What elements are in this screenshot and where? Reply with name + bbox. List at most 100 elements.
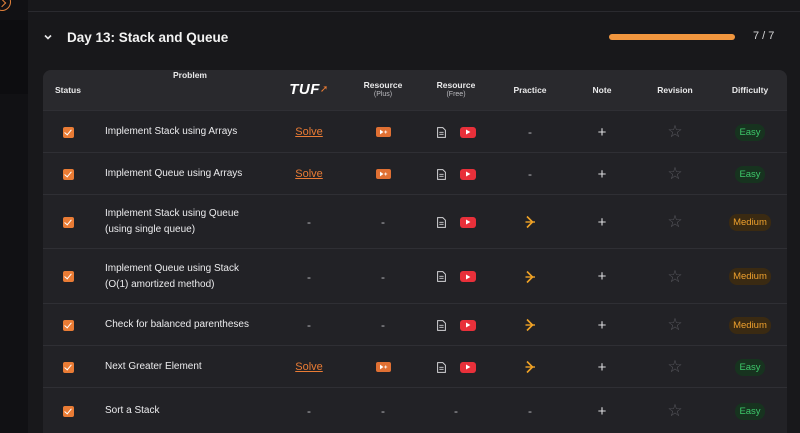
problem-cell: Implement Queue using Stack (O(1) amortiz… bbox=[105, 249, 275, 304]
difficulty-badge: Medium bbox=[729, 268, 771, 285]
youtube-icon[interactable] bbox=[459, 216, 476, 228]
youtube-icon[interactable] bbox=[459, 126, 476, 138]
revision-cell[interactable]: ☆ bbox=[640, 249, 710, 304]
chevron-down-icon[interactable] bbox=[42, 31, 54, 43]
practice-link-icon[interactable] bbox=[524, 270, 537, 284]
resource-plus-cell: - bbox=[349, 195, 417, 249]
resource-free-cell: - bbox=[421, 388, 491, 433]
table-row: Implement Stack using Queue (using single… bbox=[43, 194, 787, 249]
document-icon[interactable] bbox=[436, 168, 446, 180]
day-section-header[interactable]: Day 13: Stack and Queue 7 / 7 bbox=[28, 18, 800, 60]
practice-link-icon[interactable] bbox=[524, 215, 537, 229]
document-icon[interactable] bbox=[436, 361, 446, 373]
solve-link[interactable]: Solve bbox=[295, 126, 323, 138]
revision-cell[interactable]: ☆ bbox=[640, 111, 710, 153]
practice-cell bbox=[495, 195, 565, 249]
checkbox-checked-icon[interactable] bbox=[62, 126, 74, 138]
resource-plus-cell bbox=[349, 346, 417, 388]
status-cell[interactable] bbox=[43, 304, 93, 346]
empty-value: - bbox=[528, 167, 532, 181]
add-note-plus-icon[interactable]: + bbox=[598, 359, 607, 376]
add-note-plus-icon[interactable]: + bbox=[598, 124, 607, 141]
status-cell[interactable] bbox=[43, 388, 93, 433]
problem-name: Check for balanced parentheses bbox=[105, 319, 249, 330]
note-cell[interactable]: + bbox=[567, 111, 637, 153]
difficulty-badge: Easy bbox=[735, 165, 765, 183]
difficulty-badge: Medium bbox=[729, 213, 771, 231]
youtube-icon[interactable] bbox=[459, 168, 476, 180]
resource-free-cell bbox=[421, 195, 491, 249]
youtube-icon[interactable] bbox=[459, 271, 476, 282]
checkbox-checked-icon[interactable] bbox=[62, 271, 74, 282]
star-outline-icon[interactable]: ☆ bbox=[667, 401, 682, 421]
tuf-cell[interactable]: Solve bbox=[274, 153, 344, 195]
checkbox-checked-icon[interactable] bbox=[62, 405, 74, 417]
practice-link-icon[interactable] bbox=[524, 360, 537, 374]
solve-link[interactable]: Solve bbox=[295, 361, 323, 373]
add-note-plus-icon[interactable]: + bbox=[598, 214, 607, 231]
col-revision-label: Revision bbox=[657, 85, 693, 95]
status-cell[interactable] bbox=[43, 111, 93, 153]
video-play-icon[interactable] bbox=[375, 127, 391, 137]
empty-value: - bbox=[381, 215, 385, 229]
empty-value: - bbox=[307, 404, 311, 418]
youtube-icon[interactable] bbox=[459, 361, 476, 373]
note-cell[interactable]: + bbox=[567, 346, 637, 388]
difficulty-badge: Easy bbox=[735, 402, 765, 420]
star-outline-icon[interactable]: ☆ bbox=[667, 212, 682, 232]
status-cell[interactable] bbox=[43, 346, 93, 388]
document-icon[interactable] bbox=[436, 271, 446, 282]
add-note-plus-icon[interactable]: + bbox=[598, 268, 607, 285]
checkbox-checked-icon[interactable] bbox=[62, 168, 74, 180]
add-note-plus-icon[interactable]: + bbox=[598, 403, 607, 420]
practice-link-icon[interactable] bbox=[524, 318, 537, 332]
note-cell[interactable]: + bbox=[567, 249, 637, 304]
col-status: Status bbox=[43, 70, 93, 110]
solve-link[interactable]: Solve bbox=[295, 168, 323, 180]
note-cell[interactable]: + bbox=[567, 304, 637, 346]
revision-cell[interactable]: ☆ bbox=[640, 195, 710, 249]
document-icon[interactable] bbox=[436, 126, 446, 138]
star-outline-icon[interactable]: ☆ bbox=[667, 357, 682, 377]
tuf-logo: TUF➚ bbox=[289, 81, 329, 98]
star-outline-icon[interactable]: ☆ bbox=[667, 164, 682, 184]
resource-free-cell bbox=[421, 249, 491, 304]
youtube-icon[interactable] bbox=[459, 319, 476, 331]
status-cell[interactable] bbox=[43, 249, 93, 304]
status-cell[interactable] bbox=[43, 195, 93, 249]
col-resource-free-label: Resource bbox=[436, 80, 476, 90]
problem-name: Implement Stack using Arrays bbox=[105, 126, 238, 137]
video-play-icon[interactable] bbox=[375, 169, 391, 179]
col-difficulty: Difficulty bbox=[713, 70, 787, 110]
revision-cell[interactable]: ☆ bbox=[640, 388, 710, 433]
difficulty-cell: Medium bbox=[713, 249, 787, 304]
star-outline-icon[interactable]: ☆ bbox=[667, 122, 682, 142]
col-resource-plus-label: Resource bbox=[363, 80, 403, 90]
resource-plus-cell bbox=[349, 153, 417, 195]
document-icon[interactable] bbox=[436, 319, 446, 331]
col-practice: Practice bbox=[495, 70, 565, 110]
add-note-plus-icon[interactable]: + bbox=[598, 317, 607, 334]
add-note-plus-icon[interactable]: + bbox=[598, 166, 607, 183]
revision-cell[interactable]: ☆ bbox=[640, 346, 710, 388]
tuf-cell[interactable]: Solve bbox=[274, 346, 344, 388]
tuf-cell: - bbox=[274, 249, 344, 304]
star-outline-icon[interactable]: ☆ bbox=[667, 315, 682, 335]
status-cell[interactable] bbox=[43, 153, 93, 195]
back-arrow-icon[interactable] bbox=[0, 0, 11, 11]
revision-cell[interactable]: ☆ bbox=[640, 153, 710, 195]
difficulty-badge: Easy bbox=[735, 123, 765, 141]
checkbox-checked-icon[interactable] bbox=[62, 361, 74, 373]
video-play-icon[interactable] bbox=[375, 362, 391, 372]
star-outline-icon[interactable]: ☆ bbox=[667, 267, 682, 287]
note-cell[interactable]: + bbox=[567, 195, 637, 249]
note-cell[interactable]: + bbox=[567, 388, 637, 433]
col-note: Note bbox=[567, 70, 637, 110]
tuf-cell[interactable]: Solve bbox=[274, 111, 344, 153]
checkbox-checked-icon[interactable] bbox=[62, 319, 74, 331]
checkbox-checked-icon[interactable] bbox=[62, 216, 74, 228]
note-cell[interactable]: + bbox=[567, 153, 637, 195]
revision-cell[interactable]: ☆ bbox=[640, 304, 710, 346]
document-icon[interactable] bbox=[436, 216, 446, 228]
resource-free-cell bbox=[421, 153, 491, 195]
